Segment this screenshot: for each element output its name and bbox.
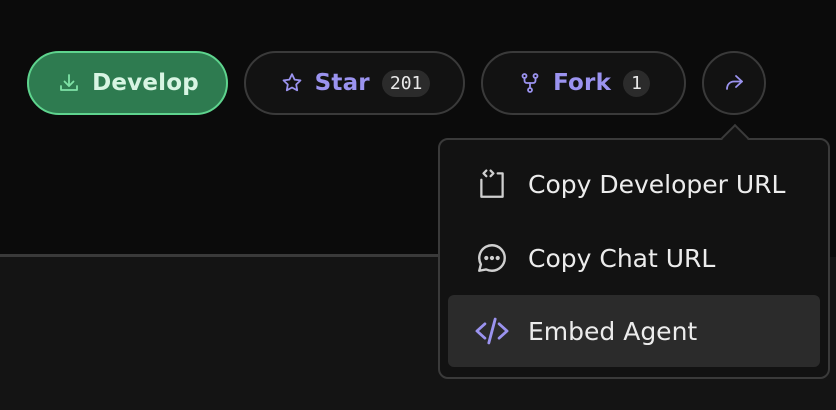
embed-agent-label: Embed Agent <box>528 316 698 346</box>
share-arrow-icon <box>721 70 747 96</box>
divider <box>0 254 440 257</box>
copy-developer-url-item[interactable]: Copy Developer URL <box>448 148 820 220</box>
star-button[interactable]: Star 201 <box>244 51 465 115</box>
copy-chat-url-label: Copy Chat URL <box>528 243 716 273</box>
chat-bubble-icon <box>472 238 512 278</box>
code-icon <box>472 311 512 351</box>
develop-button[interactable]: Develop <box>27 51 228 115</box>
embed-agent-item[interactable]: Embed Agent <box>448 295 820 367</box>
copy-chat-url-item[interactable]: Copy Chat URL <box>448 222 820 294</box>
star-count-badge: 201 <box>381 69 431 97</box>
share-button[interactable] <box>702 51 766 115</box>
star-icon <box>279 70 305 96</box>
fork-icon <box>517 70 543 96</box>
develop-label: Develop <box>92 70 199 96</box>
download-icon <box>56 70 82 96</box>
share-menu: Copy Developer URL Copy Chat URL Embed A… <box>438 138 830 379</box>
copy-developer-url-label: Copy Developer URL <box>528 169 786 199</box>
star-label: Star <box>314 70 370 96</box>
fork-count-badge: 1 <box>623 69 650 97</box>
fork-button[interactable]: Fork 1 <box>481 51 686 115</box>
code-bracket-icon <box>472 164 512 204</box>
fork-label: Fork <box>553 70 612 96</box>
